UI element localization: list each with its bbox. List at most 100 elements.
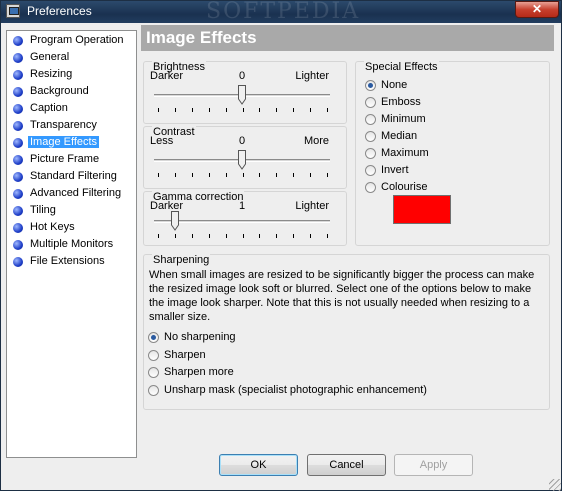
nav-item-hot-keys[interactable]: Hot Keys <box>9 220 129 236</box>
slider-tick <box>209 234 210 238</box>
contrast-slider-thumb[interactable] <box>238 150 246 170</box>
nav-item-multiple-monitors[interactable]: Multiple Monitors <box>9 237 129 253</box>
slider-tick <box>209 108 210 112</box>
nav-item-picture-frame[interactable]: Picture Frame <box>9 152 129 168</box>
nav-item-resizing[interactable]: Resizing <box>9 67 129 83</box>
radio-button[interactable] <box>365 182 376 193</box>
radio-button[interactable] <box>365 131 376 142</box>
radio-label: Median <box>381 130 418 142</box>
slider-tick <box>310 173 311 177</box>
bullet-icon <box>13 53 23 63</box>
apply-button[interactable]: Apply <box>394 454 473 476</box>
slider-ticks <box>158 108 328 112</box>
slider-tick <box>259 108 260 112</box>
slider-max-label: Lighter <box>295 70 329 82</box>
radio-label: Minimum <box>381 113 426 125</box>
radio-label: Emboss <box>381 96 421 108</box>
sharpening-group: Sharpening When small images are resized… <box>143 254 550 410</box>
slider-tick <box>327 234 328 238</box>
bullet-icon <box>13 206 23 216</box>
slider-tick <box>293 173 294 177</box>
contrast-group: Contrast Less 0 More <box>143 126 347 189</box>
close-icon: ✕ <box>531 2 543 16</box>
bullet-icon <box>13 172 23 182</box>
bullet-icon <box>13 138 23 148</box>
special-effects-group: Special Effects None Emboss Minimum Medi… <box>355 61 550 246</box>
slider-tick <box>226 173 227 177</box>
slider-tick <box>175 173 176 177</box>
radio-label: Colourise <box>381 181 428 193</box>
radio-button[interactable] <box>148 350 159 361</box>
slider-tick <box>276 108 277 112</box>
radio-label: Sharpen more <box>164 366 234 378</box>
nav-item-background[interactable]: Background <box>9 84 129 100</box>
nav-item-label: Image Effects <box>28 136 100 148</box>
nav-item-label: Program Operation <box>30 34 124 46</box>
radio-button[interactable] <box>365 148 376 159</box>
slider-tick <box>192 173 193 177</box>
gamma-slider-thumb[interactable] <box>171 211 179 231</box>
slider-tick <box>209 173 210 177</box>
close-button[interactable]: ✕ <box>515 1 559 18</box>
radio-button[interactable] <box>148 367 159 378</box>
slider-tick <box>243 234 244 238</box>
ok-button[interactable]: OK <box>219 454 298 476</box>
slider-min-label: Less <box>150 135 174 147</box>
bullet-icon <box>13 240 23 250</box>
title-bar[interactable]: Preferences SOFTPEDIA ✕ <box>1 0 561 24</box>
radio-button[interactable] <box>365 80 376 91</box>
nav-item-file-extensions[interactable]: File Extensions <box>9 254 129 270</box>
nav-item-label: Tiling <box>30 204 56 216</box>
nav-item-label: Standard Filtering <box>30 170 117 182</box>
nav-item-label: Multiple Monitors <box>30 238 114 250</box>
slider-value: 1 <box>239 200 246 212</box>
sharpening-description: When small images are resized to be sign… <box>149 269 535 323</box>
nav-item-label: File Extensions <box>30 255 105 267</box>
radio-button[interactable] <box>365 97 376 108</box>
nav-item-tiling[interactable]: Tiling <box>9 203 129 219</box>
radio-button[interactable] <box>148 332 159 343</box>
slider-tick <box>243 173 244 177</box>
brightness-slider-thumb[interactable] <box>238 85 246 105</box>
slider-tick <box>276 173 277 177</box>
slider-tick <box>192 108 193 112</box>
nav-item-label: Hot Keys <box>30 221 75 233</box>
cancel-button[interactable]: Cancel <box>307 454 386 476</box>
app-icon <box>6 4 20 18</box>
nav-item-caption[interactable]: Caption <box>9 101 129 117</box>
window-title: Preferences <box>27 4 92 18</box>
preferences-window: Preferences SOFTPEDIA ✕ Program Operatio… <box>0 0 562 491</box>
nav-item-label: Resizing <box>30 68 73 80</box>
radio-label: No sharpening <box>164 331 236 343</box>
slider-value: 0 <box>239 70 246 82</box>
slider-tick <box>175 234 176 238</box>
slider-tick <box>192 234 193 238</box>
slider-min-label: Darker <box>150 70 184 82</box>
slider-tick <box>175 108 176 112</box>
radio-button[interactable] <box>365 165 376 176</box>
nav-item-program-operation[interactable]: Program Operation <box>9 33 129 49</box>
nav-item-general[interactable]: General <box>9 50 129 66</box>
colour-swatch-button[interactable] <box>393 195 451 224</box>
slider-tick <box>293 234 294 238</box>
bullet-icon <box>13 70 23 80</box>
bullet-icon <box>13 223 23 233</box>
slider-tick <box>327 108 328 112</box>
radio-button[interactable] <box>365 114 376 125</box>
radio-label: Sharpen <box>164 349 206 361</box>
watermark-text: SOFTPEDIA <box>206 0 361 24</box>
radio-label: Unsharp mask (specialist photographic en… <box>164 384 427 396</box>
nav-item-image-effects[interactable]: Image Effects <box>9 135 129 151</box>
bullet-icon <box>13 155 23 165</box>
slider-tick <box>327 173 328 177</box>
nav-item-transparency[interactable]: Transparency <box>9 118 129 134</box>
bullet-icon <box>13 87 23 97</box>
nav-item-standard-filtering[interactable]: Standard Filtering <box>9 169 129 185</box>
resize-grip-icon[interactable] <box>549 479 561 491</box>
nav-item-label: Transparency <box>30 119 97 131</box>
radio-button[interactable] <box>148 385 159 396</box>
category-list[interactable]: Program Operation General Resizing Backg… <box>6 30 137 458</box>
slider-track[interactable] <box>154 220 330 223</box>
nav-item-advanced-filtering[interactable]: Advanced Filtering <box>9 186 129 202</box>
group-title: Special Effects <box>364 61 439 73</box>
